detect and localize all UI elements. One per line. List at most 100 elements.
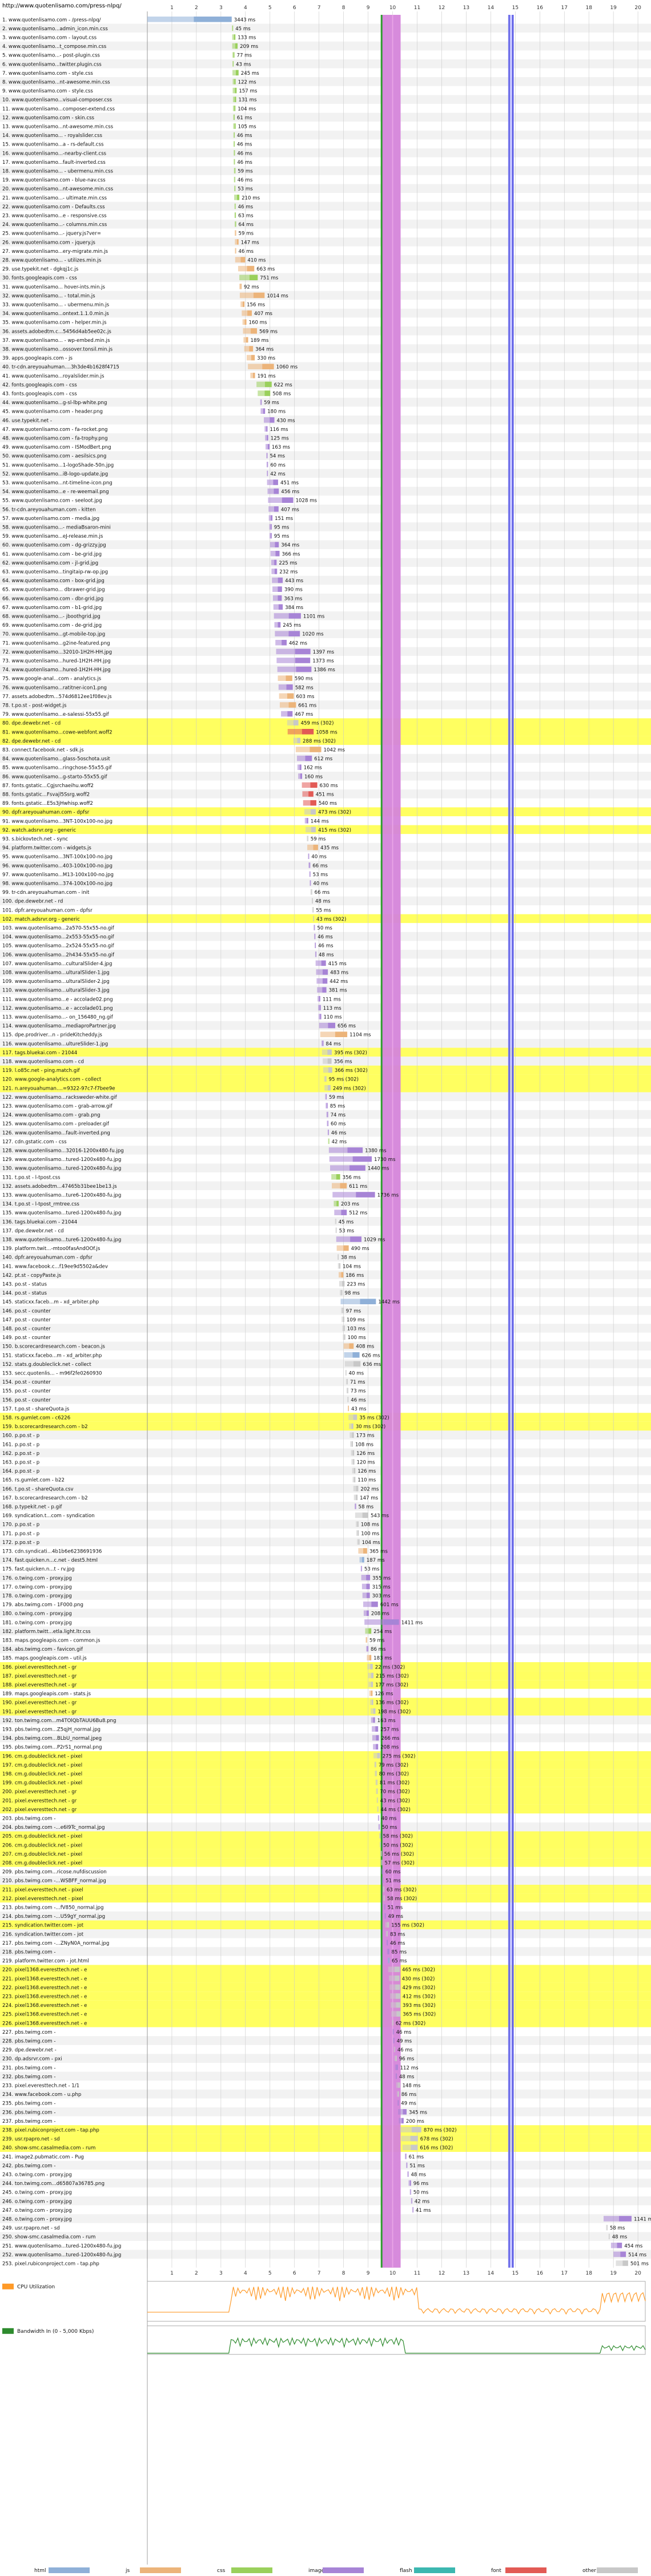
request-label: 75. www.google-anal...com - analytics.js <box>2 676 102 682</box>
request-label: 19. www.quotenlisamo.com - blue-nav.css <box>2 178 106 183</box>
row-background <box>0 2170 651 2179</box>
request-label: 226. pixel1368.everesttech.net - e <box>2 2021 87 2026</box>
request-label: 2. www.quotenlisamo...admin_icon.min.css <box>2 26 108 32</box>
request-wait-bar <box>401 2135 411 2142</box>
request-label: 4. www.quotenlisamo...t_compose.min.css <box>2 44 107 50</box>
request-label: 163. p.po.st - p <box>2 1460 39 1466</box>
request-time: 1141 ms <box>634 2217 651 2223</box>
request-wait-bar <box>387 1957 389 1964</box>
request-download-bar <box>377 1753 380 1759</box>
request-wait-bar <box>353 1494 356 1501</box>
request-download-bar <box>251 354 255 361</box>
request-time: 84 ms <box>326 1041 341 1047</box>
request-wait-bar <box>269 533 271 539</box>
request-download-bar <box>310 782 318 788</box>
request-wait-bar <box>239 292 254 299</box>
row-background <box>0 1840 651 1849</box>
request-wait-bar <box>270 551 276 557</box>
request-label: 184. abs.twimg.com - favicon.gif <box>2 1647 83 1652</box>
row-background <box>0 1421 651 1431</box>
request-label: 72. www.quotenlisamo...32010-1H2H-HH.jpg <box>2 650 112 655</box>
request-time: 133 ms <box>238 35 256 41</box>
request-time: 95 ms <box>274 525 290 531</box>
request-label: 101. dpfr.areyouahuman.com - dpfsr <box>2 908 93 913</box>
row-background <box>0 1386 651 1395</box>
request-wait-bar <box>319 1022 328 1029</box>
request-time: 1373 ms <box>312 659 334 664</box>
request-label: 13. www.quotenlisamo...nt-awesome.min.cs… <box>2 124 114 130</box>
request-download-bar <box>327 1049 332 1055</box>
request-time: 157 ms <box>239 88 258 94</box>
legend-swatch <box>505 2567 546 2573</box>
request-download-bar <box>274 559 277 566</box>
request-download-bar <box>244 319 247 325</box>
request-download-bar <box>236 239 239 245</box>
request-time: 60 ms <box>331 1122 346 1127</box>
tick-label: 18 <box>585 2271 592 2276</box>
request-wait-bar <box>406 2162 407 2168</box>
request-label: 234. www.facebook.com - u.php <box>2 2092 81 2098</box>
waterfall-background <box>0 15 651 2268</box>
request-wait-bar <box>363 1601 372 1607</box>
request-time: 751 ms <box>260 276 279 281</box>
request-label: 26. www.quotenlisamo.com - jquery.js <box>2 240 95 245</box>
request-wait-bar <box>235 239 237 245</box>
request-download-bar <box>362 1512 369 1518</box>
row-background <box>0 1529 651 1538</box>
request-download-bar <box>366 1593 370 1598</box>
request-label: 46. use.typekit.net - <box>2 418 52 424</box>
request-label: 14. www.quotenlisamo... - royalslider.cs… <box>2 133 102 139</box>
request-time: 1020 ms <box>302 632 324 638</box>
request-label: 64. www.quotenlisamo.com - box-grid.jpg <box>2 578 105 584</box>
request-wait-bar <box>340 1299 360 1304</box>
request-download-bar <box>305 755 312 761</box>
request-label: 17. www.quotenlisamo...fault-inverted.cs… <box>2 160 106 166</box>
request-label: 218. pbs.twimg.com - <box>2 1950 56 1956</box>
request-wait-bar <box>334 1210 341 1215</box>
request-time: 611 ms <box>349 1184 368 1190</box>
request-time: 86 ms <box>401 2092 417 2098</box>
request-wait-bar <box>393 2046 395 2053</box>
request-time: 407 ms <box>254 311 273 317</box>
request-wait-bar <box>248 364 263 369</box>
request-wait-bar <box>384 1913 385 1919</box>
request-time: 467 ms <box>295 712 314 717</box>
request-wait-bar <box>234 176 235 183</box>
request-time: 65 ms <box>392 1958 407 1964</box>
row-background <box>0 2116 651 2126</box>
request-wait-bar <box>310 889 312 895</box>
request-download-bar <box>366 1610 369 1616</box>
request-time: 48 ms <box>319 952 334 958</box>
request-label: 21. www.quotenlisamo...- ultimate.min.cs… <box>2 195 107 201</box>
request-time: 512 ms <box>349 1211 368 1216</box>
request-time: 66 ms <box>315 890 330 896</box>
request-wait-bar <box>387 1949 388 1954</box>
request-download-bar <box>347 1378 348 1385</box>
request-label: 96. www.quotenlisamo...403-100x100-no.jp… <box>2 863 112 869</box>
row-background <box>0 1573 651 1582</box>
request-wait-bar <box>316 969 323 975</box>
request-wait-bar <box>246 354 251 361</box>
request-wait-bar <box>317 987 323 993</box>
request-label: 244. ton.twimg.com...d65807a36785.png <box>2 2181 105 2187</box>
row-background <box>0 1618 651 1627</box>
request-download-bar <box>295 658 311 663</box>
request-time: 77 ms <box>236 53 252 59</box>
request-label: 241. image2.pubmatic.com - Pug <box>2 2154 84 2160</box>
request-time: 58 ms (302) <box>387 1896 417 1902</box>
request-download-bar <box>350 1236 362 1242</box>
request-wait-bar <box>306 827 311 833</box>
request-wait-bar <box>412 2207 413 2213</box>
request-time: 183 ms <box>373 1656 392 1662</box>
request-label: 79. www.quotenlisamo...e-salessi-55x55.g… <box>2 712 110 717</box>
request-label: 165. rs.gumlet.com - b22 <box>2 1478 65 1483</box>
request-time: 116 ms <box>270 427 288 433</box>
request-label: 87. fonts.gstatic...Cgjsrchaeihu.woff2 <box>2 783 94 789</box>
request-download-bar <box>253 292 265 299</box>
request-label: 138. www.quotenlisamo...ture6-1200x480-f… <box>2 1237 121 1243</box>
request-download-bar <box>247 310 252 316</box>
request-time: 186 ms <box>345 1273 364 1279</box>
tick-label: 16 <box>537 2271 544 2276</box>
request-time: 365 ms (302) <box>403 2012 436 2018</box>
request-download-bar <box>232 25 234 31</box>
